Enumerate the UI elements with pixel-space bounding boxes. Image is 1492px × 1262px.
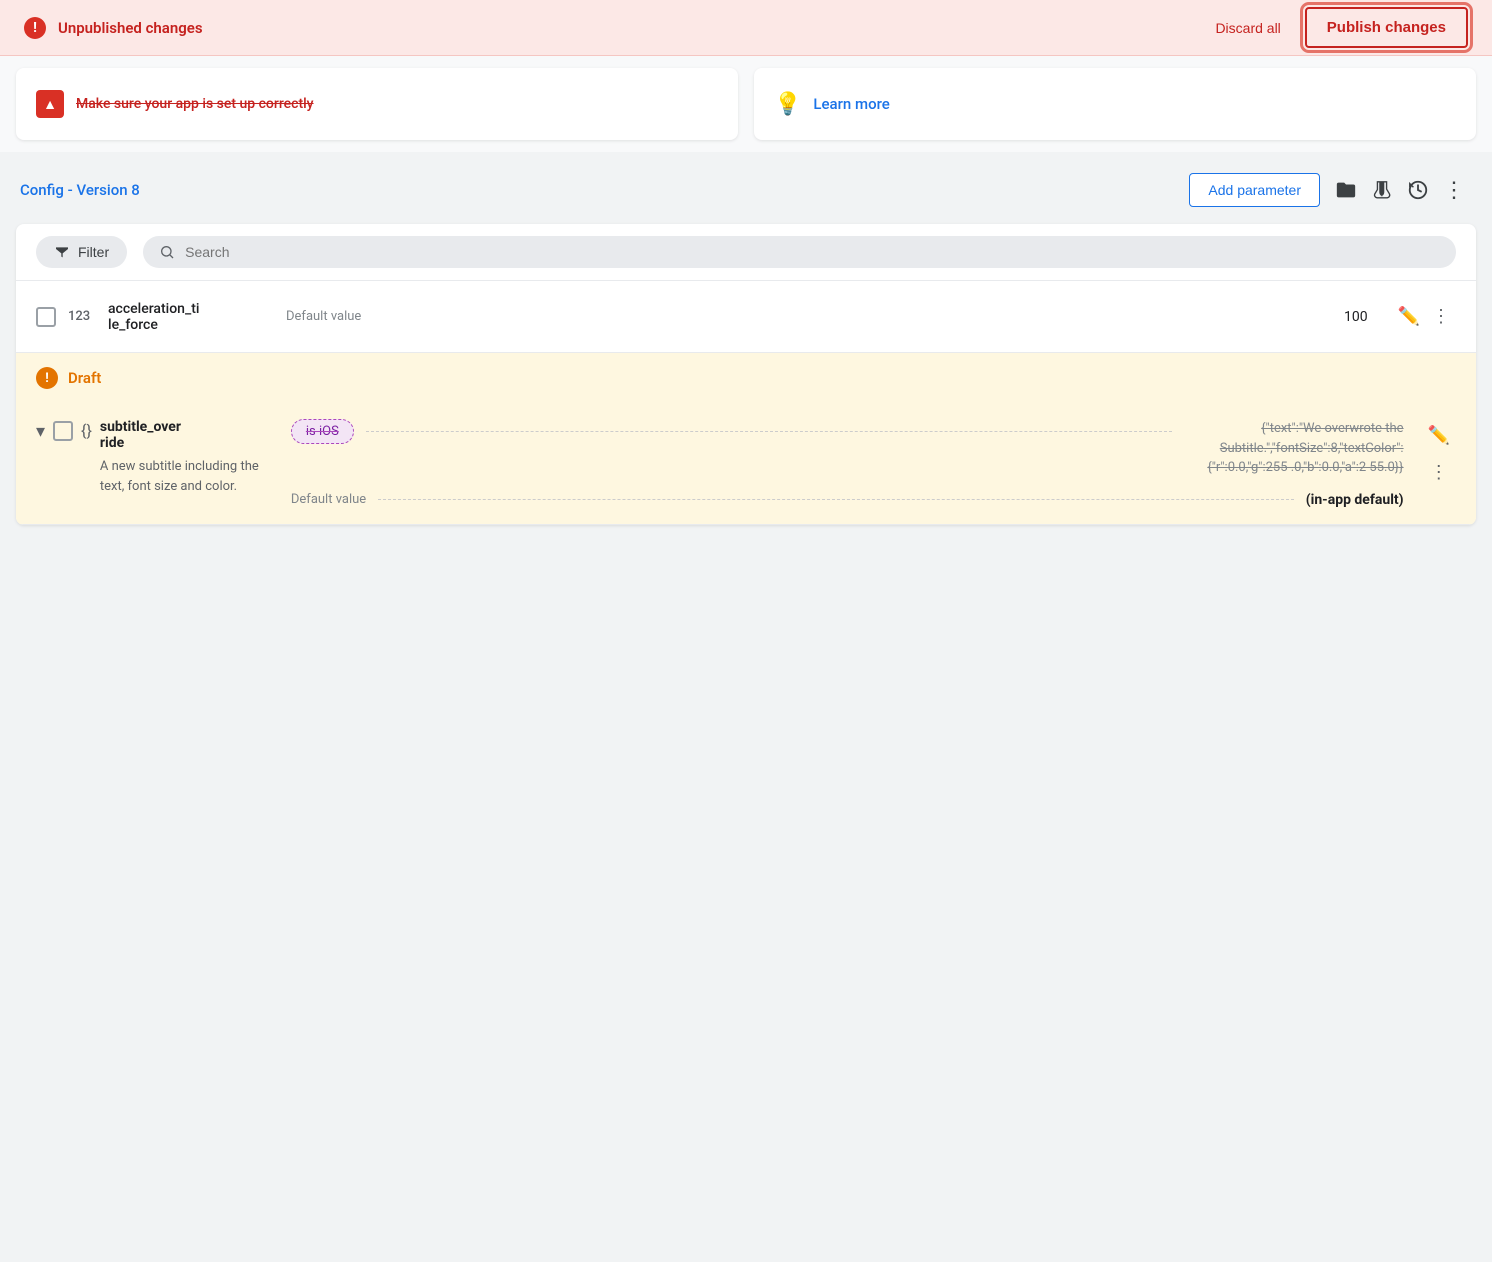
config-header: Config - Version 8 Add parameter ⋮ bbox=[0, 152, 1492, 224]
cards-row: ▲ Make sure your app is set up correctly… bbox=[0, 56, 1492, 152]
filter-button[interactable]: Filter bbox=[36, 236, 127, 268]
param-name: acceleration_tile_force bbox=[108, 301, 278, 333]
draft-edit-icon[interactable]: ✏️ bbox=[1422, 421, 1456, 450]
draft-warning-icon: ! bbox=[36, 367, 58, 389]
warning-icon: ! bbox=[24, 17, 46, 39]
unpublished-banner: ! Unpublished changes Discard all Publis… bbox=[0, 0, 1492, 56]
draft-param-row: ▾ {} subtitle_override A new subtitle in… bbox=[16, 403, 1476, 524]
filter-label: Filter bbox=[78, 244, 109, 260]
param-row: 123 acceleration_tile_force Default valu… bbox=[16, 281, 1476, 353]
draft-param-description: A new subtitle including the text, font … bbox=[100, 457, 275, 496]
condition-row: is iOS {"text":"We overwrote the Subtitl… bbox=[291, 419, 1404, 478]
condition-area: is iOS {"text":"We overwrote the Subtitl… bbox=[283, 419, 1456, 508]
default-row: Default value (in-app default) bbox=[291, 488, 1404, 508]
draft-header: ! Draft bbox=[16, 353, 1476, 403]
learn-more-icon: 💡 bbox=[774, 92, 801, 117]
more-options-icon[interactable]: ⋮ bbox=[1436, 172, 1472, 208]
more-options-param-icon[interactable]: ⋮ bbox=[1426, 302, 1456, 331]
search-icon bbox=[159, 244, 175, 260]
learn-more-card: 💡 Learn more bbox=[754, 68, 1476, 140]
default-label-text: Default value bbox=[291, 492, 366, 507]
default-value: (in-app default) bbox=[1306, 492, 1404, 508]
folder-icon[interactable] bbox=[1328, 172, 1364, 208]
edit-icon[interactable]: ✏️ bbox=[1392, 302, 1426, 331]
draft-label: Draft bbox=[68, 369, 101, 387]
draft-row-actions: ✏️ ⋮ bbox=[1422, 421, 1456, 487]
param-label: Default value bbox=[278, 309, 1308, 324]
discard-all-button[interactable]: Discard all bbox=[1199, 12, 1296, 44]
param-checkbox[interactable] bbox=[36, 307, 56, 327]
chevron-down-icon[interactable]: ▾ bbox=[36, 421, 45, 442]
learn-more-text[interactable]: Learn more bbox=[813, 95, 889, 113]
draft-param-info: subtitle_override A new subtitle includi… bbox=[100, 419, 275, 496]
filter-icon bbox=[54, 244, 70, 260]
publish-changes-button[interactable]: Publish changes bbox=[1305, 7, 1468, 48]
filter-search-row: Filter bbox=[16, 224, 1476, 281]
draft-param-name: subtitle_override bbox=[100, 419, 275, 451]
strikethrough-value: {"text":"We overwrote the Subtitle.","fo… bbox=[1184, 419, 1404, 478]
banner-title: Unpublished changes bbox=[58, 19, 1199, 37]
setup-card: ▲ Make sure your app is set up correctly bbox=[16, 68, 738, 140]
draft-more-options-icon[interactable]: ⋮ bbox=[1424, 458, 1454, 487]
main-table: Filter 123 acceleration_tile_force Defau… bbox=[16, 224, 1476, 525]
config-title: Config - Version 8 bbox=[20, 181, 1189, 199]
draft-param-checkbox[interactable] bbox=[53, 421, 73, 441]
search-input[interactable] bbox=[185, 244, 1440, 260]
draft-section: ! Draft ▾ {} subtitle_override A new sub… bbox=[16, 353, 1476, 525]
type-icon: 123 bbox=[68, 309, 96, 324]
dashed-separator bbox=[366, 431, 1172, 432]
param-value: 100 bbox=[1308, 309, 1368, 325]
setup-card-text: Make sure your app is set up correctly bbox=[76, 96, 314, 112]
add-parameter-button[interactable]: Add parameter bbox=[1189, 173, 1320, 207]
condition-badge[interactable]: is iOS bbox=[291, 419, 354, 444]
history-icon[interactable] bbox=[1400, 172, 1436, 208]
default-dashed-separator bbox=[378, 499, 1294, 500]
flask-icon[interactable] bbox=[1364, 172, 1400, 208]
json-type-icon: {} bbox=[81, 421, 92, 440]
search-container bbox=[143, 236, 1456, 268]
card-warning-icon: ▲ bbox=[36, 90, 64, 118]
